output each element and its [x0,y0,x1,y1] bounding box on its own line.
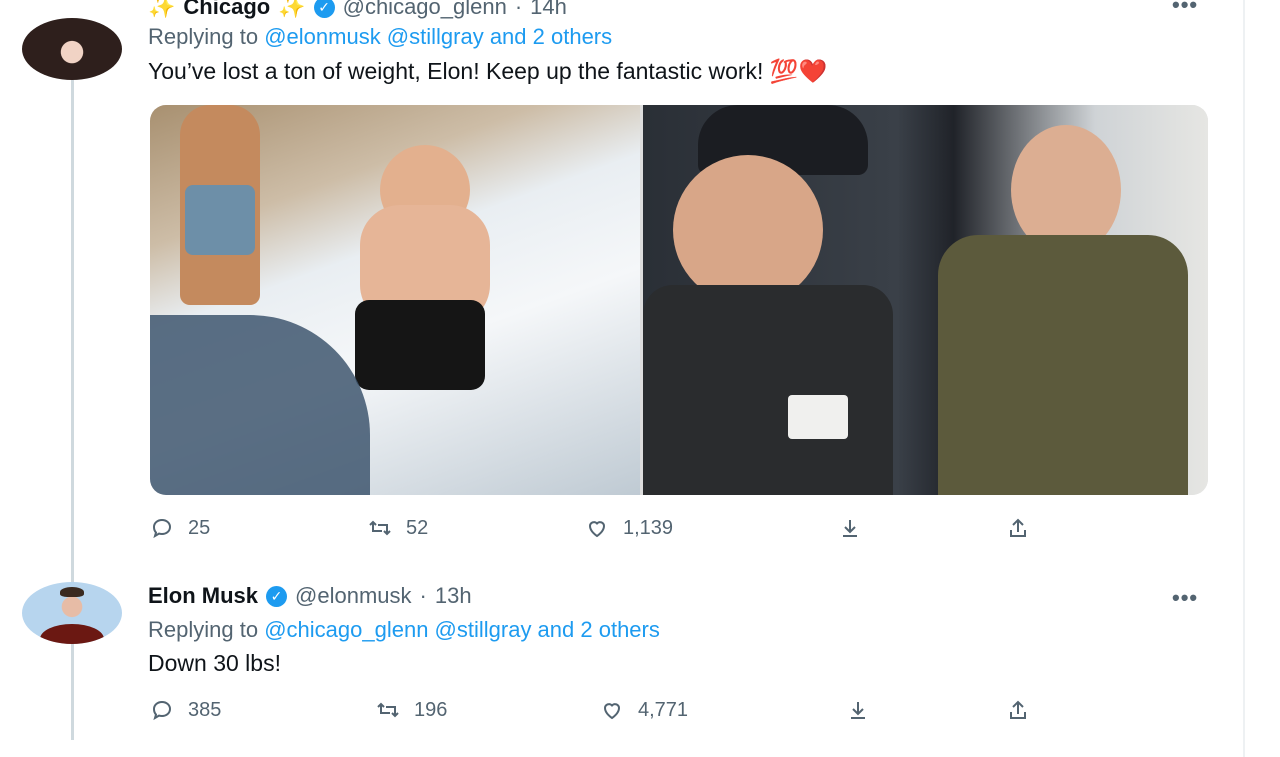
download-icon [851,702,865,719]
photo-portrait[interactable] [643,105,1208,495]
replying-to: Replying to @chicago_glenn @stillgray an… [148,617,660,643]
reply-button[interactable]: 385 [150,698,221,722]
like-count: 1,139 [623,516,674,539]
tweet-actions: 385 196 4,771 [150,698,1210,728]
reply-count: 385 [188,698,222,721]
separator: · [514,0,523,19]
mentions-link[interactable]: @elonmusk @stillgray and 2 others [264,24,612,49]
like-button[interactable]: 4,771 [600,698,688,722]
share-button[interactable] [1006,516,1030,540]
retweet-icon [369,520,391,536]
retweet-icon [377,702,399,718]
mentions-link[interactable]: @chicago_glenn @stillgray and 2 others [264,617,660,642]
download-button[interactable] [846,698,870,722]
more-icon[interactable]: ••• [1172,0,1198,18]
retweet-count: 196 [414,698,448,721]
separator: · [419,583,427,608]
tweet-header: ✨ Chicago ✨ ✓ @chicago_glenn · 14h [148,0,567,20]
timestamp[interactable]: 13h [435,583,472,609]
like-button[interactable]: 1,139 [585,516,673,540]
more-icon[interactable]: ••• [1172,585,1198,611]
retweet-button[interactable]: 196 [376,698,447,722]
reply-icon [152,518,172,539]
tweet-text: Down 30 lbs! [148,650,281,676]
reply-icon [152,700,172,721]
replying-prefix: Replying to [148,24,259,49]
replying-prefix: Replying to [148,617,259,642]
handle[interactable]: @elonmusk [295,583,412,609]
download-icon [843,520,857,537]
media-grid[interactable] [150,105,1208,495]
replying-to: Replying to @elonmusk @stillgray and 2 o… [148,24,612,50]
retweet-button[interactable]: 52 [368,516,428,540]
share-button[interactable] [1006,698,1030,722]
retweet-count: 52 [406,516,429,539]
verified-icon: ✓ [313,0,335,18]
sparkle-icon: ✨ [148,0,176,19]
tweet-header: Elon Musk ✓ @elonmusk · 13h [148,583,472,609]
verified-icon: ✓ [266,585,288,607]
download-button[interactable] [838,516,862,540]
share-icon [1010,700,1026,719]
reply-count: 25 [188,516,211,539]
reply-button[interactable]: 25 [150,516,210,540]
timestamp[interactable]: 14h [530,0,567,20]
avatar[interactable] [22,582,122,644]
like-count: 4,771 [638,698,689,721]
display-name[interactable]: Chicago [183,0,270,20]
share-icon [1010,518,1026,537]
sparkle-icon: ✨ [278,0,306,19]
tweet-actions: 25 52 1,139 [150,516,1210,546]
handle[interactable]: @chicago_glenn [343,0,507,20]
timeline-border [1243,0,1245,757]
avatar[interactable] [22,18,122,80]
like-icon [588,521,606,538]
tweet-text: You’ve lost a ton of weight, Elon! Keep … [148,58,828,84]
photo-yacht[interactable] [150,105,640,495]
display-name[interactable]: Elon Musk [148,583,258,609]
like-icon [603,703,621,720]
